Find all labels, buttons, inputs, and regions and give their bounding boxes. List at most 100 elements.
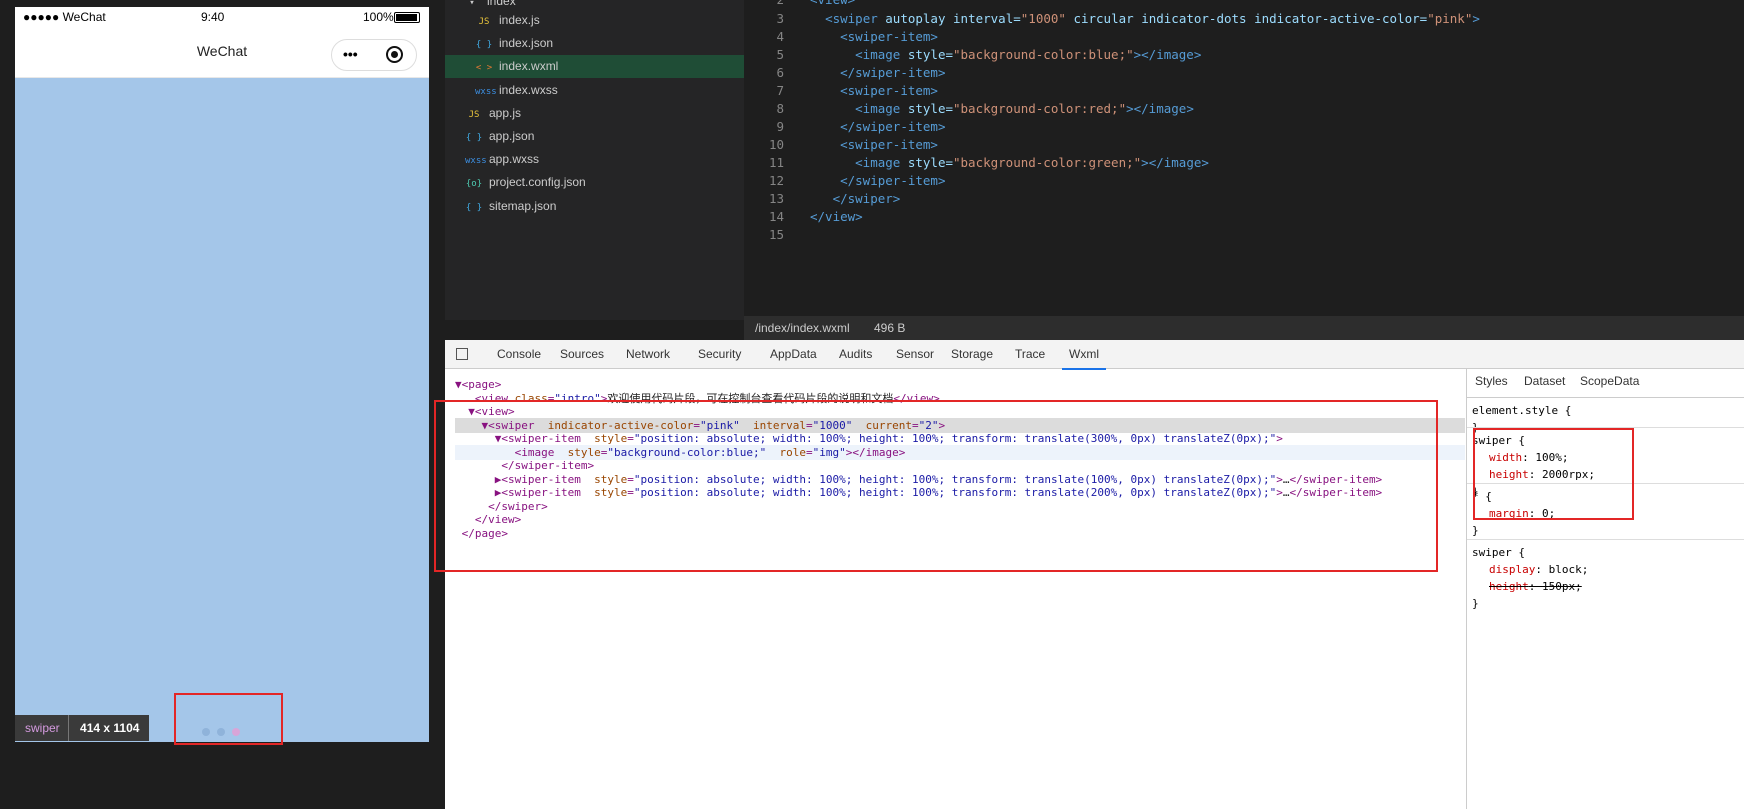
file-type-icon: JS <box>478 17 490 27</box>
line-number: 12 <box>768 173 784 188</box>
file-item[interactable]: {o} project.config.json <box>465 171 586 194</box>
tab-storage[interactable]: Storage <box>944 340 1000 368</box>
line-number: 6 <box>776 65 784 80</box>
file-name: project.config.json <box>489 175 586 190</box>
simulator-screen: ●●●●● WeChat 9:40 100% WeChat ••• <box>15 7 429 742</box>
tab-console[interactable]: Console <box>490 340 548 368</box>
status-time: 9:40 <box>201 10 225 24</box>
file-name: index.js <box>499 13 540 27</box>
mini-program-capsule: ••• <box>331 39 417 71</box>
code-line: <swiper-item> <box>840 29 938 44</box>
file-type-icon: { } <box>465 133 483 143</box>
tab-sources[interactable]: Sources <box>553 340 611 368</box>
tab-audits[interactable]: Audits <box>832 340 879 368</box>
file-name: app.json <box>489 129 535 143</box>
tab-network[interactable]: Network <box>619 340 677 368</box>
nav-bar: WeChat ••• <box>15 27 429 78</box>
file-name: app.js <box>489 105 522 120</box>
line-number: 15 <box>768 227 784 242</box>
signal-indicator: ●●●●● WeChat <box>23 10 106 24</box>
indicator-highlight-box <box>174 693 283 745</box>
code-line: <view> <box>810 0 855 7</box>
code-line: <swiper-item> <box>840 137 938 152</box>
line-number: 7 <box>776 83 784 98</box>
file-tree: ▾ index JS index.js{ } index.json < > index.w… <box>445 0 744 320</box>
badge-size: 414 x 1104 <box>80 721 140 735</box>
file-name: sitemap.json <box>489 198 557 213</box>
file-item[interactable]: { } sitemap.json <box>465 195 557 218</box>
swiper-style-highlight-box <box>1473 428 1634 520</box>
file-item[interactable]: { } index.json <box>475 32 553 55</box>
style-rule: swiper { display: block; height: 150px;} <box>1467 539 1744 616</box>
line-number: 8 <box>776 101 784 116</box>
file-item[interactable]: wxss index.wxss <box>475 79 558 102</box>
tab-trace[interactable]: Trace <box>1008 340 1052 368</box>
line-number: 5 <box>776 47 784 62</box>
file-type-icon: wxss <box>475 86 497 97</box>
line-number: 9 <box>776 119 784 134</box>
style-property: height: 150px; <box>1489 580 1582 593</box>
file-item[interactable]: { } app.json <box>465 125 535 148</box>
line-number: 13 <box>768 191 784 206</box>
code-line: <image style="background-color:green;"><… <box>855 155 1209 170</box>
line-number: 11 <box>768 155 784 170</box>
style-close: } <box>1472 524 1479 537</box>
inspect-element-icon[interactable] <box>456 348 468 360</box>
line-number: 4 <box>776 29 784 44</box>
code-line: <image style="background-color:red;"></i… <box>855 101 1194 116</box>
element-inspect-badge: swiper 414 x 1104 <box>15 715 150 741</box>
battery-icon <box>394 12 420 23</box>
code-line: <swiper-item> <box>840 83 938 98</box>
tab-sensor[interactable]: Sensor <box>889 340 941 368</box>
side-tab-styles[interactable]: Styles <box>1475 374 1508 388</box>
file-item[interactable]: JS index.js <box>475 9 540 32</box>
file-name: app.wxss <box>489 152 540 167</box>
code-editor[interactable]: 2 <view> 3 <swiper autoplay interval="1000… <box>744 0 1744 320</box>
file-type-icon: { } <box>475 40 493 51</box>
code-line: </swiper> <box>832 191 901 206</box>
style-prop-value: 150px; <box>1542 580 1582 593</box>
style-prop-value: block; <box>1548 563 1589 576</box>
style-prop-name: display <box>1489 563 1536 576</box>
side-tab-scopedata[interactable]: ScopeData <box>1580 374 1639 388</box>
style-property: display: block; <box>1489 563 1589 576</box>
file-item[interactable]: < > index.wxml <box>445 55 744 79</box>
style-selector: swiper { <box>1472 546 1525 559</box>
file-name: index.wxml <box>499 59 559 74</box>
editor-status-bar: /index/index.wxml 496 B <box>744 316 1744 340</box>
line-number: 2 <box>744 0 784 7</box>
style-selector: element.style { <box>1472 404 1572 417</box>
file-item[interactable]: wxss app.wxss <box>465 148 539 171</box>
battery-percent: 100% <box>363 10 394 24</box>
code-line: </swiper-item> <box>840 65 946 80</box>
code-line: <swiper autoplay interval="1000" circula… <box>825 11 1480 26</box>
code-line: </swiper-item> <box>840 173 946 188</box>
file-type-icon: { } <box>465 202 483 213</box>
more-button[interactable]: ••• <box>343 46 358 62</box>
line-number: 14 <box>768 209 784 224</box>
status-bar: ●●●●● WeChat 9:40 100% <box>15 7 429 27</box>
file-name: index.json <box>499 36 554 51</box>
wxml-highlight-box <box>434 400 1438 572</box>
file-type-icon: < > <box>475 63 493 74</box>
file-path: /index/index.wxml <box>755 321 850 335</box>
side-tab-dataset[interactable]: Dataset <box>1524 374 1565 388</box>
file-item[interactable]: JS app.js <box>465 102 521 125</box>
file-type-icon: JS <box>468 109 480 120</box>
line-number: 10 <box>768 137 784 152</box>
badge-tag: swiper <box>15 715 69 741</box>
file-type-icon: {o} <box>465 179 483 190</box>
tab-appdata[interactable]: AppData <box>763 340 824 368</box>
file-type-icon: wxss <box>465 156 487 167</box>
code-line: </swiper-item> <box>840 119 946 134</box>
close-target-icon[interactable] <box>386 46 403 63</box>
devtools-tab-bar: Console Sources Network Security AppData Audi… <box>445 340 1744 370</box>
style-close: } <box>1472 597 1479 610</box>
code-line: <image style="background-color:blue;"></… <box>855 47 1202 62</box>
style-prop-name: height <box>1489 580 1529 593</box>
code-line: </view> <box>810 209 863 224</box>
tab-security[interactable]: Security <box>691 340 748 368</box>
file-name: index.wxss <box>499 82 558 97</box>
file-size: 496 B <box>874 321 906 335</box>
tab-wxml[interactable]: Wxml <box>1062 340 1106 370</box>
